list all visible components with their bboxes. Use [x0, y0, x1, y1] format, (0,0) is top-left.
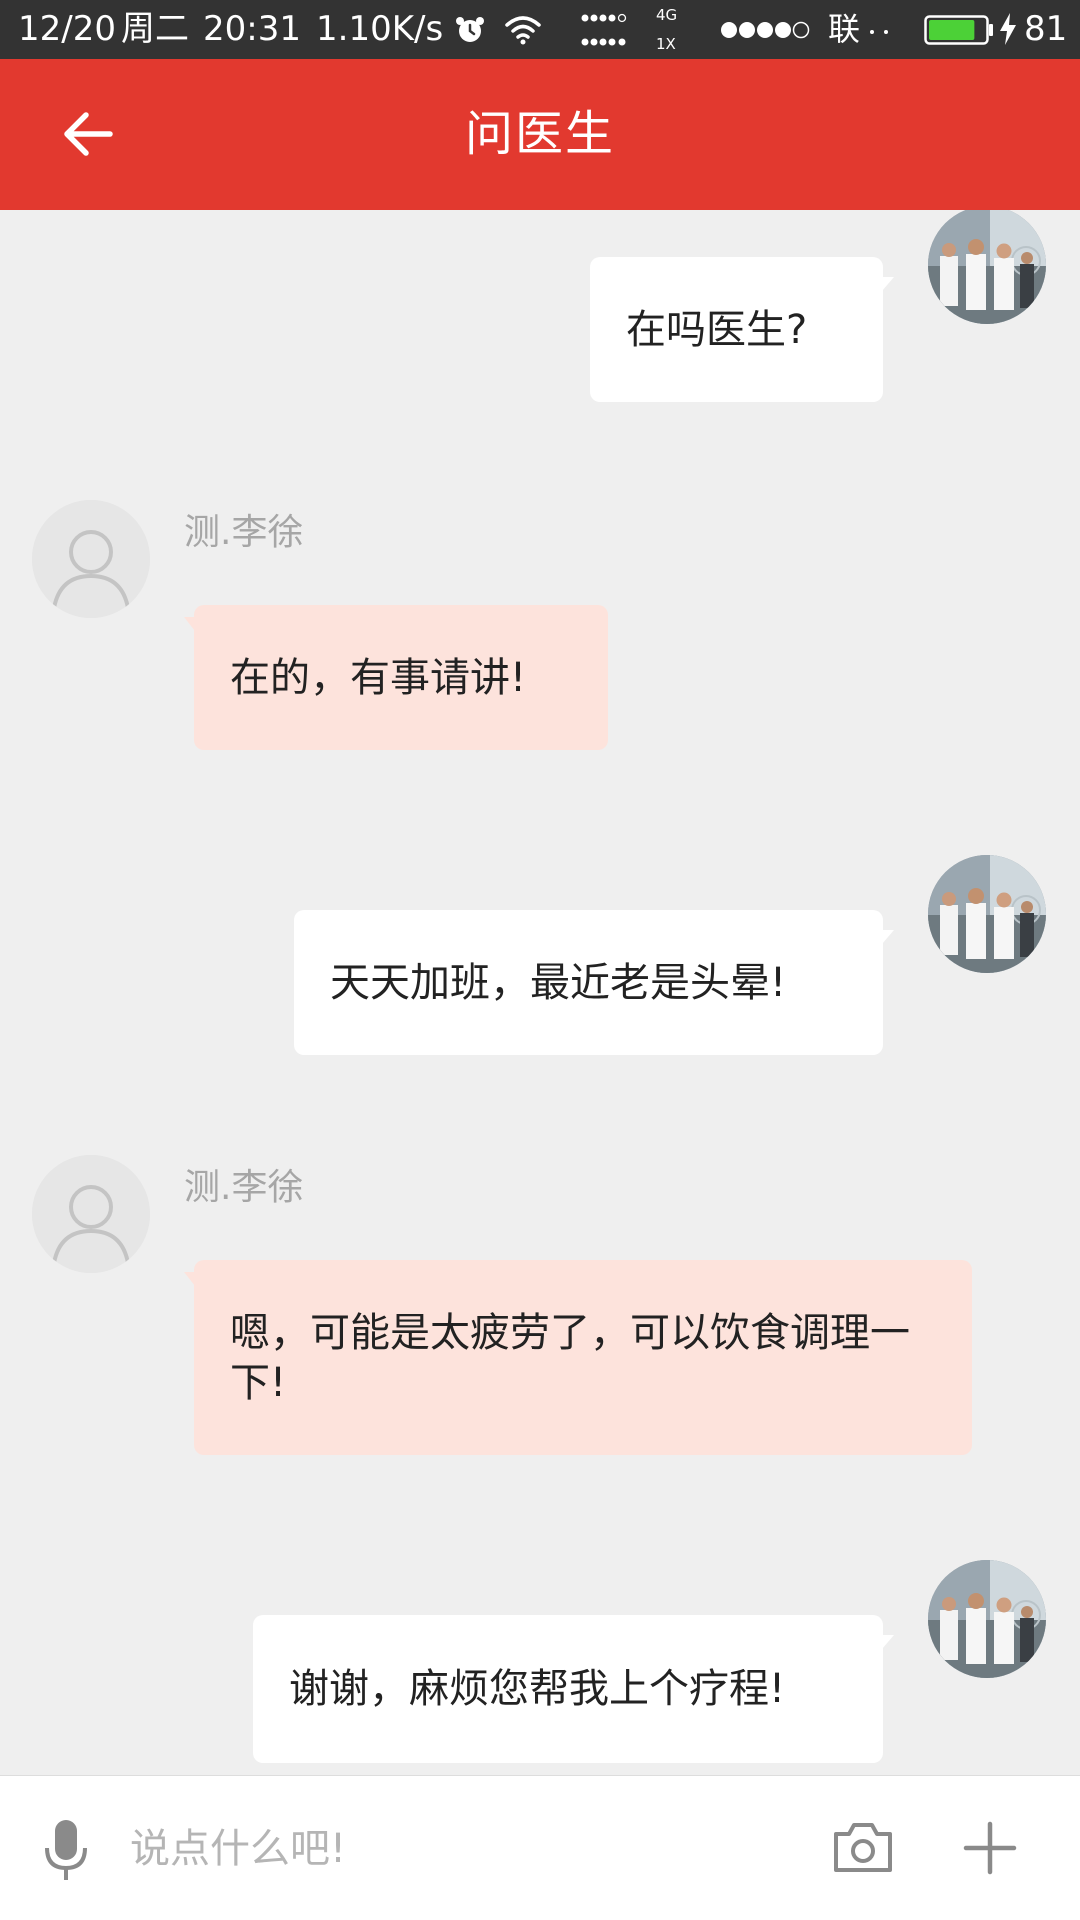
user-avatar-photo: [928, 210, 1046, 324]
more-options-button[interactable]: [962, 1820, 1018, 1876]
user-avatar-photo: [928, 855, 1046, 973]
message-input[interactable]: [130, 1806, 810, 1891]
doctor-avatar[interactable]: [32, 500, 150, 618]
arrow-left-icon: [64, 112, 113, 156]
user-message-bubble[interactable]: 在吗医生?: [590, 257, 894, 402]
status-weekday: 周二: [121, 9, 189, 49]
status-carrier: 联: [828, 10, 861, 48]
message-text: 在吗医生?: [626, 306, 808, 353]
alarm-icon: [456, 17, 484, 42]
status-time: 20:31: [203, 9, 301, 49]
status-date: 12/20: [18, 9, 116, 49]
charging-icon: [1000, 13, 1016, 45]
status-bar: 12/20 周二 20:31 1.10K/s 4G 1X 联 81: [0, 0, 1080, 59]
user-message-bubble[interactable]: 谢谢，麻烦您帮我上个疗程!: [253, 1615, 894, 1763]
network-type-icon: 4G 1X: [656, 4, 682, 54]
person-placeholder-icon: [32, 1155, 150, 1273]
message-text: 天天加班，最近老是头晕!: [330, 959, 787, 1006]
wifi-icon: [505, 16, 541, 45]
back-button[interactable]: [40, 94, 130, 174]
page-title: 问医生: [464, 106, 615, 162]
user-avatar-photo: [928, 1560, 1046, 1678]
status-battery-percent: 81: [1024, 9, 1068, 49]
message-text: 在的，有事请讲!: [230, 654, 527, 701]
user-avatar[interactable]: [928, 855, 1046, 973]
status-net-speed: 1.10K/s: [316, 9, 444, 49]
user-avatar[interactable]: [928, 1560, 1046, 1678]
doctor-message-bubble[interactable]: 嗯，可能是太疲劳了，可以饮食调理一下!: [184, 1260, 972, 1455]
message-text: 谢谢，麻烦您帮我上个疗程!: [289, 1666, 786, 1712]
doctor-message-bubble[interactable]: 在的，有事请讲!: [184, 605, 608, 750]
network-type-bottom: 1X: [656, 35, 676, 53]
network-type-top: 4G: [656, 6, 678, 24]
user-avatar[interactable]: [928, 210, 1046, 324]
signal-strength-icon: [721, 21, 810, 39]
person-placeholder-icon: [32, 500, 150, 618]
signal-dots-icon: [581, 13, 627, 46]
chat-screen: 12/20 周二 20:31 1.10K/s 4G 1X 联 81 问医生 在吗…: [0, 0, 1080, 1920]
header-bar: 问医生: [0, 59, 1080, 210]
camera-icon: [834, 1823, 892, 1872]
microphone-icon: [45, 1820, 87, 1880]
camera-button[interactable]: [830, 1818, 896, 1878]
carrier-dots-icon: [870, 30, 888, 34]
plus-icon: [963, 1821, 1017, 1875]
user-message-bubble[interactable]: 天天加班，最近老是头晕!: [294, 910, 894, 1055]
message-input-bar: [0, 1775, 1080, 1920]
sender-name: 测.李徐: [184, 1167, 304, 1208]
sender-name: 测.李徐: [184, 512, 304, 553]
message-text: 嗯，可能是太疲劳了，可以饮食调理一下!: [230, 1309, 910, 1406]
battery-icon: [924, 15, 993, 45]
doctor-avatar[interactable]: [32, 1155, 150, 1273]
voice-button[interactable]: [36, 1816, 96, 1886]
chat-message-list[interactable]: 在吗医生? 测.李徐 在的，有事请讲! 天天加班，最近老是头晕! 测.李徐 嗯，可能是太疲…: [0, 210, 1080, 1775]
